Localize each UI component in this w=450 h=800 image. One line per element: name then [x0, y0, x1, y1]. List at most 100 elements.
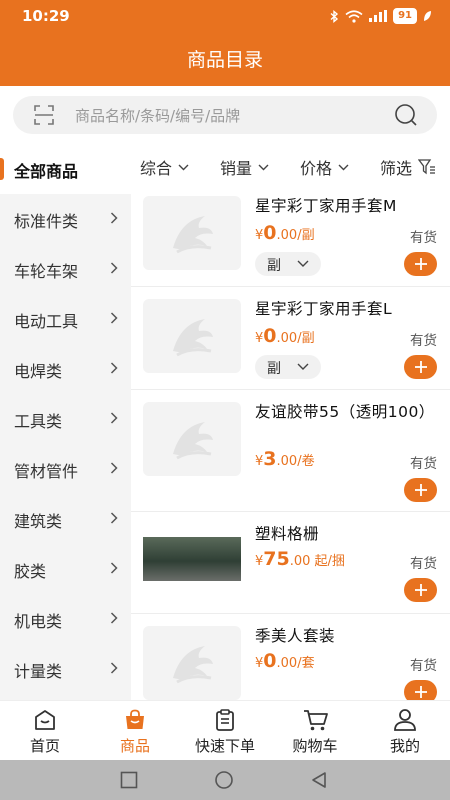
chevron-down-icon [178, 164, 189, 170]
sidebar-item-construction[interactable]: 建筑类 [0, 494, 131, 544]
sidebar-item-wheels-frames[interactable]: 车轮车架 [0, 244, 131, 294]
chevron-down-icon [297, 260, 309, 267]
sidebar-item-electromechanical[interactable]: 机电类 [0, 594, 131, 644]
tab-label: 购物车 [292, 737, 338, 755]
sidebar-item-standard-parts[interactable]: 标准件类 [0, 194, 131, 244]
add-to-cart-button[interactable] [404, 578, 437, 602]
tab-profile[interactable]: 我的 [360, 701, 450, 761]
recent-apps-icon[interactable] [120, 771, 138, 789]
back-icon[interactable] [310, 771, 328, 789]
page-title: 商品目录 [0, 34, 450, 86]
sort-sales[interactable]: 销量 [220, 155, 269, 179]
sort-composite-label: 综合 [140, 159, 173, 178]
horse-logo-icon [173, 319, 213, 357]
sort-price[interactable]: 价格 [300, 155, 349, 179]
sort-bar: 综合 销量 价格 筛选 [131, 144, 450, 184]
chevron-down-icon [338, 164, 349, 170]
scan-icon[interactable] [33, 104, 55, 126]
tab-home[interactable]: 首页 [0, 701, 90, 761]
chevron-right-icon [110, 312, 118, 324]
search-section: 商品名称/条码/编号/品牌 [0, 86, 450, 144]
clipboard-icon [216, 709, 234, 731]
product-card[interactable]: 星宇彩丁家用手套M ¥0.00/副 有货 副 [131, 184, 450, 287]
product-price: ¥0.00/副 [255, 222, 315, 244]
sidebar-item-label: 机电类 [14, 612, 63, 631]
chevron-right-icon [110, 512, 118, 524]
product-name: 友谊胶带55（透明100） [255, 403, 435, 421]
plus-icon [415, 686, 427, 698]
filter-icon [418, 159, 436, 175]
filter-button[interactable]: 筛选 [380, 155, 436, 179]
tab-label: 首页 [29, 737, 60, 755]
sidebar-item-adhesives[interactable]: 胶类 [0, 544, 131, 594]
chevron-right-icon [110, 462, 118, 474]
bluetooth-icon [330, 9, 339, 23]
chevron-right-icon [110, 412, 118, 424]
product-price: ¥0.00/套 [255, 650, 315, 672]
add-to-cart-button[interactable] [404, 252, 437, 276]
product-list: 星宇彩丁家用手套M ¥0.00/副 有货 副 星宇彩丁家用手套L ¥0.00/副… [131, 184, 450, 700]
tab-quick-order[interactable]: 快速下单 [180, 701, 270, 761]
horse-logo-icon [173, 646, 213, 684]
tab-label: 快速下单 [194, 737, 255, 755]
product-card[interactable]: 塑料格栅 ¥75.00 起/捆 有货 [131, 512, 450, 614]
sidebar-item-tools[interactable]: 工具类 [0, 394, 131, 444]
stock-status: 有货 [410, 658, 437, 674]
system-navigation-bar [0, 760, 450, 800]
chevron-right-icon [110, 362, 118, 374]
chevron-down-icon [297, 363, 309, 370]
product-image [143, 537, 241, 581]
bag-icon [126, 709, 144, 729]
sidebar-item-label: 胶类 [14, 562, 47, 581]
product-card[interactable]: 星宇彩丁家用手套L ¥0.00/副 有货 副 [131, 287, 450, 390]
sidebar-item-measurement[interactable]: 计量类 [0, 644, 131, 694]
sidebar-item-label: 标准件类 [14, 212, 79, 231]
add-to-cart-button[interactable] [404, 355, 437, 379]
tab-cart[interactable]: 购物车 [270, 701, 360, 761]
product-price: ¥3.00/卷 [255, 448, 315, 470]
product-price: ¥75.00 起/捆 [255, 548, 345, 570]
add-to-cart-button[interactable] [404, 478, 437, 502]
stock-status: 有货 [410, 556, 437, 572]
active-indicator [0, 158, 4, 180]
search-input[interactable]: 商品名称/条码/编号/品牌 [13, 96, 437, 134]
sidebar-item-label: 计量类 [14, 662, 63, 681]
plus-icon [415, 584, 427, 596]
plus-icon [415, 361, 427, 373]
sort-composite[interactable]: 综合 [140, 155, 189, 179]
product-price: ¥0.00/副 [255, 325, 315, 347]
sidebar-item-all[interactable]: 全部商品 [0, 144, 131, 194]
sidebar-item-welding[interactable]: 电焊类 [0, 344, 131, 394]
chevron-right-icon [110, 612, 118, 624]
unit-select-value: 副 [267, 258, 281, 274]
product-placeholder-image [143, 196, 241, 270]
status-time: 10:29 [22, 7, 70, 25]
sidebar-item-label: 电动工具 [14, 312, 79, 331]
wifi-icon [345, 9, 363, 23]
search-placeholder: 商品名称/条码/编号/品牌 [75, 107, 241, 125]
chevron-right-icon [110, 562, 118, 574]
stock-status: 有货 [410, 230, 437, 246]
filter-label: 筛选 [380, 159, 413, 178]
sidebar-item-label: 建筑类 [14, 512, 63, 531]
chevron-right-icon [110, 262, 118, 274]
horse-logo-icon [173, 422, 213, 460]
unit-select[interactable]: 副 [255, 252, 321, 276]
sort-price-label: 价格 [300, 159, 333, 178]
home-button-icon[interactable] [214, 771, 234, 789]
product-card[interactable]: 友谊胶带55（透明100） ¥3.00/卷 有货 [131, 390, 450, 512]
sidebar-item-label: 电焊类 [14, 362, 63, 381]
cart-icon [304, 710, 328, 731]
plus-icon [415, 484, 427, 496]
unit-select[interactable]: 副 [255, 355, 321, 379]
sidebar-item-label: 工具类 [14, 412, 63, 431]
product-name: 季美人套装 [255, 627, 336, 645]
search-icon[interactable] [393, 103, 419, 127]
tab-products[interactable]: 商品 [90, 701, 180, 761]
add-to-cart-button[interactable] [404, 680, 437, 700]
sidebar-item-power-tools[interactable]: 电动工具 [0, 294, 131, 344]
product-card[interactable]: 季美人套装 ¥0.00/套 有货 [131, 614, 450, 700]
sidebar-item-pipes-fittings[interactable]: 管材管件 [0, 444, 131, 494]
horse-logo-icon [173, 216, 213, 254]
category-sidebar: 全部商品 标准件类 车轮车架 电动工具 电焊类 工具类 管材管件 建筑类 胶类 … [0, 144, 131, 700]
